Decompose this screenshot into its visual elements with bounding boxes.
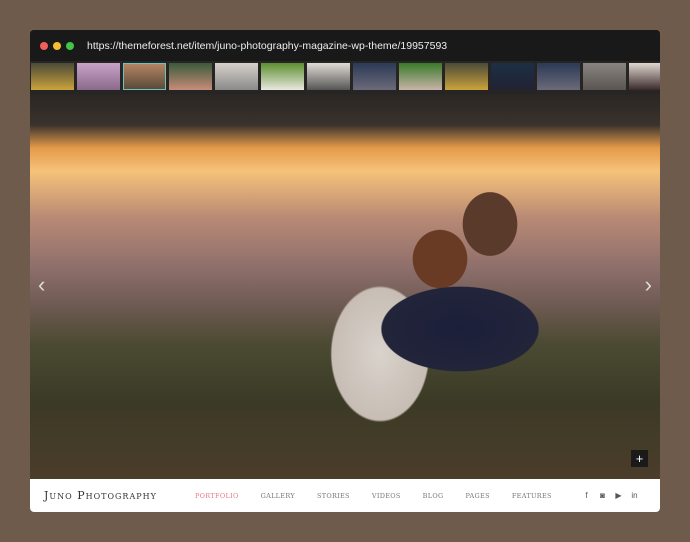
thumbnail[interactable]: [169, 63, 212, 90]
minimize-dot[interactable]: [53, 41, 61, 50]
menu-item-pages[interactable]: PAGES: [465, 492, 489, 500]
thumbnail[interactable]: [399, 63, 442, 90]
url-text[interactable]: https://themeforest.net/item/juno-photog…: [87, 40, 447, 52]
browser-title-bar: https://themeforest.net/item/juno-photog…: [30, 30, 660, 61]
thumbnail[interactable]: [445, 63, 488, 90]
menu-item-gallery[interactable]: GALLERY: [261, 492, 295, 500]
linkedin-icon[interactable]: in: [631, 491, 638, 500]
thumbnail[interactable]: [261, 63, 304, 90]
menu-item-portfolio[interactable]: PORTFOLIO: [195, 492, 239, 500]
hero-photo: ‹ › +: [30, 94, 660, 479]
thumbnail[interactable]: [583, 63, 626, 90]
expand-button[interactable]: +: [631, 450, 648, 467]
menu-item-stories[interactable]: STORIES: [317, 492, 350, 500]
facebook-icon[interactable]: f: [583, 491, 590, 500]
menu-item-features[interactable]: FEATURES: [512, 492, 552, 500]
thumbnail-strip: [30, 61, 660, 94]
browser-window: https://themeforest.net/item/juno-photog…: [30, 30, 660, 512]
menu-item-videos[interactable]: VIDEOS: [372, 492, 401, 500]
instagram-icon[interactable]: ◙: [599, 491, 606, 500]
site-nav: Juno Photography PORTFOLIO GALLERY STORIES…: [30, 479, 660, 512]
social-links: f ◙ ▶ in: [583, 491, 638, 500]
thumbnail[interactable]: [491, 63, 534, 90]
thumbnail[interactable]: [537, 63, 580, 90]
thumbnail[interactable]: [629, 63, 660, 90]
main-menu: PORTFOLIO GALLERY STORIES VIDEOS BLOG PAGES FE…: [195, 492, 574, 500]
chevron-right-icon[interactable]: ›: [645, 274, 652, 296]
close-dot[interactable]: [40, 41, 48, 50]
thumbnail[interactable]: [77, 63, 120, 90]
menu-item-blog[interactable]: BLOG: [423, 492, 444, 500]
site-logo[interactable]: Juno Photography: [44, 489, 195, 502]
thumbnail[interactable]: [353, 63, 396, 90]
thumbnail[interactable]: [123, 63, 166, 90]
chevron-left-icon[interactable]: ‹: [38, 274, 45, 296]
youtube-icon[interactable]: ▶: [615, 491, 622, 500]
maximize-dot[interactable]: [66, 41, 74, 50]
thumbnail[interactable]: [215, 63, 258, 90]
thumbnail[interactable]: [31, 63, 74, 90]
thumbnail[interactable]: [307, 63, 350, 90]
